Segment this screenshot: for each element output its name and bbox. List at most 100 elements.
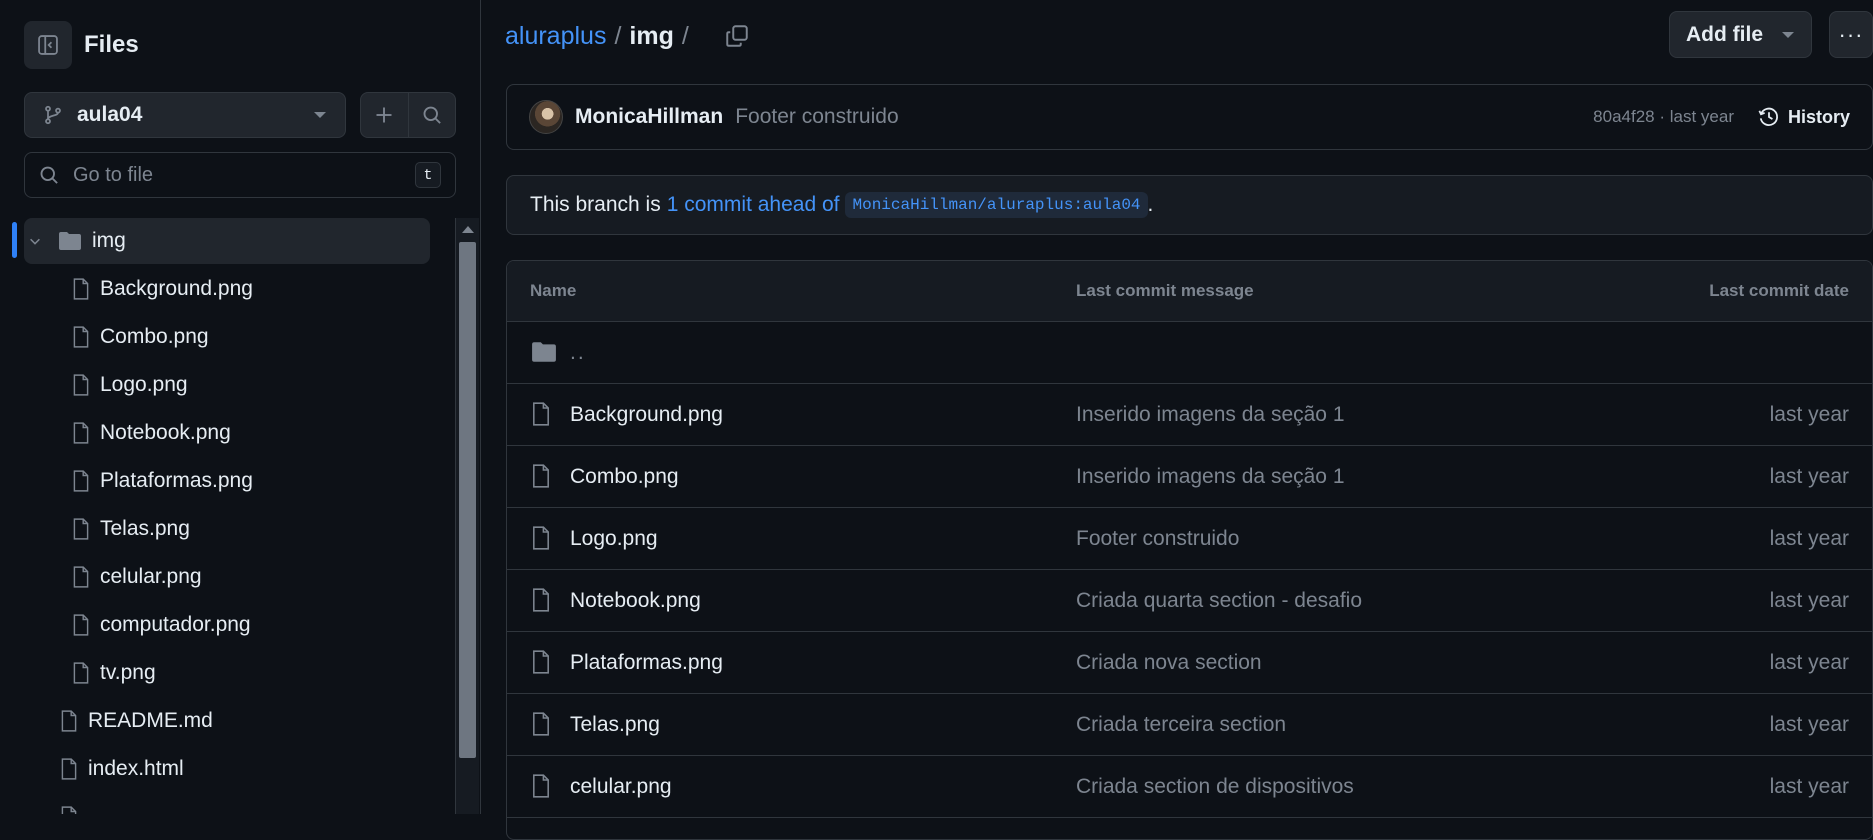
file-commit-message[interactable]: Criada section de dispositivos: [1076, 775, 1354, 799]
sidebar-actions: [360, 92, 456, 138]
column-header-name: Name: [530, 281, 577, 300]
table-row[interactable]: Logo.png Footer construido last year: [507, 508, 1872, 570]
tree-item-file[interactable]: Telas.png: [72, 506, 430, 552]
breadcrumb: aluraplus / img /: [505, 18, 749, 54]
chevron-down-icon: [1782, 31, 1794, 38]
file-icon: [73, 326, 89, 348]
go-to-file-input[interactable]: [71, 162, 415, 188]
more-options-button[interactable]: ···: [1829, 11, 1873, 58]
table-row[interactable]: celular.png Criada section de dispositiv…: [507, 756, 1872, 818]
file-commit-message[interactable]: Inserido imagens da seção 1: [1076, 465, 1345, 489]
tree-item-file[interactable]: tv.png: [72, 650, 430, 696]
breadcrumb-separator: /: [681, 21, 689, 50]
file-name-link[interactable]: Logo.png: [570, 527, 658, 551]
tree-item-img-folder[interactable]: img: [24, 218, 430, 264]
sidebar-collapse-icon: [38, 35, 58, 55]
file-icon: [61, 758, 77, 780]
file-icon: [533, 464, 549, 488]
file-name-link[interactable]: Background.png: [570, 403, 723, 427]
file-icon: [73, 422, 89, 444]
tree-item-file[interactable]: Notebook.png: [72, 410, 430, 456]
tree-item-file[interactable]: Combo.png: [72, 314, 430, 360]
table-row[interactable]: Plataformas.png Criada nova section last…: [507, 632, 1872, 694]
commit-message[interactable]: Footer construido: [735, 105, 1593, 129]
file-commit-message[interactable]: Criada nova section: [1076, 651, 1262, 675]
file-name-link[interactable]: Plataformas.png: [570, 651, 723, 675]
file-commit-date: last year: [1769, 774, 1849, 798]
tree-item-label: Plataformas.png: [100, 469, 253, 492]
file-icon: [533, 712, 549, 736]
tree-item-file[interactable]: celular.png: [72, 554, 430, 600]
search-icon: [423, 106, 441, 124]
collapse-sidebar-button[interactable]: [24, 21, 72, 69]
add-file-button[interactable]: Add file: [1669, 11, 1812, 58]
branch-ahead-banner: This branch is 1 commit ahead of MonicaH…: [506, 175, 1873, 235]
table-row[interactable]: Telas.png Criada terceira section last y…: [507, 694, 1872, 756]
tree-item-file[interactable]: Plataformas.png: [72, 458, 430, 504]
tree-item-label: Telas.png: [100, 517, 190, 540]
table-header: Name Last commit message Last commit dat…: [507, 261, 1872, 322]
table-row[interactable]: Background.png Inserido imagens da seção…: [507, 384, 1872, 446]
file-table: Name Last commit message Last commit dat…: [506, 260, 1873, 840]
file-icon: [73, 470, 89, 492]
breadcrumb-repo-link[interactable]: aluraplus: [505, 22, 606, 51]
upstream-ref[interactable]: MonicaHillman/aluraplus:aula04: [845, 192, 1148, 218]
keyboard-shortcut-badge: t: [415, 162, 441, 188]
history-label: History: [1787, 106, 1850, 127]
file-commit-message[interactable]: Footer construido: [1076, 527, 1239, 551]
parent-directory-row[interactable]: ..: [507, 322, 1872, 384]
search-tree-button[interactable]: [407, 93, 456, 137]
author-avatar[interactable]: [529, 100, 563, 134]
commit-author[interactable]: MonicaHillman: [575, 105, 723, 129]
file-icon: [533, 774, 549, 798]
add-file-label: Add file: [1686, 22, 1763, 46]
file-icon: [73, 374, 89, 396]
scroll-up-arrow-icon[interactable]: [462, 226, 474, 233]
file-name-link[interactable]: Notebook.png: [570, 589, 701, 613]
ahead-commits-link[interactable]: 1 commit ahead of: [667, 193, 840, 217]
file-icon: [533, 650, 549, 674]
branch-selector-button[interactable]: aula04: [24, 92, 346, 138]
file-commit-message[interactable]: Inserido imagens da seção 1: [1076, 403, 1345, 427]
table-row[interactable]: Notebook.png Criada quarta section - des…: [507, 570, 1872, 632]
sidebar-scrollbar[interactable]: [455, 218, 479, 814]
commit-hash-and-date[interactable]: 80a4f28 · last year: [1593, 107, 1734, 127]
folder-open-icon: [59, 232, 81, 250]
file-icon: [73, 518, 89, 540]
tree-item-file[interactable]: README.md: [60, 698, 430, 744]
tree-item-file[interactable]: computador.png: [72, 602, 430, 648]
plus-icon: [376, 107, 392, 123]
file-icon: [61, 806, 77, 814]
file-icon: [73, 614, 89, 636]
file-name-link[interactable]: celular.png: [570, 775, 672, 799]
file-name-link[interactable]: Combo.png: [570, 465, 679, 489]
tree-item-file-partial[interactable]: [60, 794, 430, 814]
tree-item-file[interactable]: Logo.png: [72, 362, 430, 408]
tree-item-label: Combo.png: [100, 325, 209, 348]
file-icon: [533, 588, 549, 612]
sidebar-header: Files: [24, 20, 139, 70]
sidebar-title: Files: [84, 31, 139, 58]
go-to-file-search[interactable]: t: [24, 152, 456, 198]
tree-item-file[interactable]: Background.png: [72, 266, 430, 312]
history-button[interactable]: History: [1758, 106, 1850, 128]
file-name-link[interactable]: Telas.png: [570, 713, 660, 737]
file-commit-date: last year: [1769, 526, 1849, 550]
table-row[interactable]: Combo.png Inserido imagens da seção 1 la…: [507, 446, 1872, 508]
tree-item-label: Background.png: [100, 277, 253, 300]
parent-directory-link[interactable]: ..: [570, 341, 586, 365]
folder-icon: [532, 342, 556, 362]
add-file-tree-button[interactable]: [361, 93, 408, 137]
tree-item-label: Logo.png: [100, 373, 188, 396]
tree-item-file[interactable]: index.html: [60, 746, 430, 792]
file-tree-sidebar: Files aula04 t img Background: [0, 0, 481, 814]
file-tree: img Background.png Combo.png Logo.png No…: [0, 218, 455, 814]
scrollbar-thumb[interactable]: [459, 242, 476, 758]
tree-item-label: celular.png: [100, 565, 202, 588]
file-icon: [73, 662, 89, 684]
file-commit-message[interactable]: Criada quarta section - desafio: [1076, 589, 1362, 613]
tree-item-label: tv.png: [100, 661, 156, 684]
file-commit-message[interactable]: Criada terceira section: [1076, 713, 1286, 737]
column-header-date: Last commit date: [1709, 281, 1849, 300]
copy-path-button[interactable]: [725, 24, 749, 48]
